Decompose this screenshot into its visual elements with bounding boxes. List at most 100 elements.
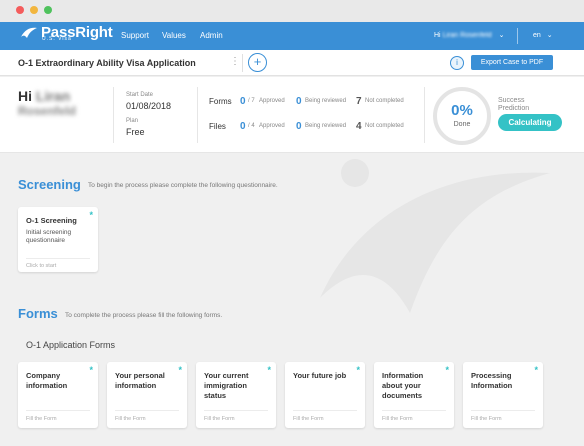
card-footer: Fill the Form bbox=[293, 416, 324, 422]
form-card[interactable]: * Processing Information Fill the Form bbox=[463, 362, 543, 428]
required-star: * bbox=[178, 365, 182, 375]
window-titlebar bbox=[0, 0, 584, 22]
card-divider bbox=[26, 258, 90, 259]
logo-subtitle: U.S. Visa bbox=[42, 36, 72, 42]
chevron-down-icon: ⌄ bbox=[546, 32, 553, 39]
form-card[interactable]: * Information about your documents Fill … bbox=[374, 362, 454, 428]
info-icon[interactable]: i bbox=[450, 56, 464, 70]
summary-divider bbox=[424, 87, 425, 143]
card-divider bbox=[26, 410, 90, 411]
nav-values[interactable]: Values bbox=[162, 31, 186, 40]
nav-admin[interactable]: Admin bbox=[200, 31, 223, 40]
summary-divider bbox=[113, 87, 114, 143]
card-title: Your personal information bbox=[115, 371, 165, 390]
top-navbar: PassRight U.S. Visa Support Values Admin… bbox=[0, 22, 584, 50]
language-value: en bbox=[533, 32, 541, 39]
files-total: / 4 bbox=[248, 123, 255, 129]
card-title: Your future job bbox=[293, 371, 347, 380]
required-star: * bbox=[445, 365, 449, 375]
card-title: Processing Information bbox=[471, 371, 513, 390]
forms-not-completed-label: Not completed bbox=[365, 98, 404, 104]
summary-divider bbox=[197, 87, 198, 143]
files-approved-count: 0 bbox=[240, 121, 246, 132]
files-approved-label: Approved bbox=[259, 123, 285, 129]
success-prediction-label: Success Prediction bbox=[498, 97, 530, 112]
card-footer: Fill the Form bbox=[115, 416, 146, 422]
forms-group-title: O-1 Application Forms bbox=[26, 340, 116, 350]
nav-support[interactable]: Support bbox=[121, 31, 149, 40]
calculating-button[interactable]: Calculating bbox=[498, 114, 562, 131]
screening-title: Screening bbox=[18, 177, 81, 192]
files-reviewing-count: 0 bbox=[296, 121, 302, 132]
forms-reviewing-count: 0 bbox=[296, 96, 302, 107]
form-card[interactable]: * Your personal information Fill the For… bbox=[107, 362, 187, 428]
case-summary: Hi Liran Rosenfeld Start Date 01/08/2018… bbox=[0, 77, 584, 153]
required-star: * bbox=[89, 210, 93, 220]
card-title: Information about your documents bbox=[382, 371, 424, 400]
progress-ring: 0% Done bbox=[433, 87, 491, 145]
forms-total: / 7 bbox=[248, 98, 255, 104]
screening-subtitle: To begin the process please complete the… bbox=[88, 182, 278, 189]
required-star: * bbox=[267, 365, 271, 375]
card-divider bbox=[204, 410, 268, 411]
form-card[interactable]: * Your future job Fill the Form bbox=[285, 362, 365, 428]
card-footer: Fill the Form bbox=[471, 416, 502, 422]
user-menu[interactable]: Hi Liran Rosenfeld ⌄ bbox=[434, 31, 504, 39]
required-star: * bbox=[534, 365, 538, 375]
card-divider bbox=[471, 410, 535, 411]
forms-subtitle: To complete the process please fill the … bbox=[65, 312, 223, 319]
plan-label: Plan bbox=[126, 118, 139, 124]
start-date-label: Start Date bbox=[126, 92, 154, 98]
required-star: * bbox=[89, 365, 93, 375]
card-divider bbox=[382, 410, 446, 411]
nav-divider bbox=[517, 28, 518, 44]
user-greeting: Hi bbox=[434, 32, 441, 39]
required-star: * bbox=[356, 365, 360, 375]
screening-card[interactable]: * O-1 Screening Initial screening questi… bbox=[18, 207, 98, 272]
watermark-logo-icon bbox=[320, 159, 550, 313]
files-not-completed-label: Not completed bbox=[365, 123, 404, 129]
forms-approved-label: Approved bbox=[259, 98, 285, 104]
card-divider bbox=[115, 410, 179, 411]
card-divider bbox=[293, 410, 357, 411]
plan-value: Free bbox=[126, 127, 145, 137]
files-stat-label: Files bbox=[209, 122, 226, 131]
card-title: O-1 Screening bbox=[26, 216, 77, 225]
first-name: Liran bbox=[35, 88, 71, 104]
card-footer: Click to start bbox=[26, 263, 57, 269]
card-footer: Fill the Form bbox=[204, 416, 235, 422]
language-selector[interactable]: en ⌄ bbox=[533, 31, 553, 39]
case-divider bbox=[242, 54, 243, 72]
files-not-completed-count: 4 bbox=[356, 121, 362, 132]
card-footer: Fill the Form bbox=[26, 416, 57, 422]
card-footer: Fill the Form bbox=[382, 416, 413, 422]
form-card[interactable]: * Your current immigration status Fill t… bbox=[196, 362, 276, 428]
greeting: Hi Liran bbox=[18, 88, 70, 104]
card-description: Initial screening questionnaire bbox=[26, 229, 72, 244]
progress-percent: 0% bbox=[451, 102, 473, 119]
add-case-button[interactable]: + bbox=[248, 53, 267, 72]
forms-title: Forms bbox=[18, 306, 58, 321]
maximize-window-button[interactable] bbox=[44, 6, 52, 14]
case-title: O-1 Extraordinary Ability Visa Applicati… bbox=[18, 58, 196, 68]
more-options-icon[interactable]: ⋮ bbox=[230, 56, 240, 67]
forms-not-completed-count: 7 bbox=[356, 96, 362, 107]
start-date-value: 01/08/2018 bbox=[126, 101, 172, 111]
card-title: Your current immigration status bbox=[204, 371, 249, 400]
logo-icon bbox=[21, 27, 37, 38]
greeting-text: Hi bbox=[18, 88, 32, 104]
progress-label: Done bbox=[453, 121, 471, 128]
forms-reviewing-label: Being reviewed bbox=[305, 98, 347, 104]
chevron-down-icon: ⌄ bbox=[498, 32, 505, 39]
form-card[interactable]: * Company information Fill the Form bbox=[18, 362, 98, 428]
user-name: Liran Rosenfeld bbox=[442, 32, 492, 39]
forms-approved-count: 0 bbox=[240, 96, 246, 107]
files-reviewing-label: Being reviewed bbox=[305, 123, 347, 129]
card-title: Company information bbox=[26, 371, 68, 390]
case-header: O-1 Extraordinary Ability Visa Applicati… bbox=[0, 50, 584, 76]
minimize-window-button[interactable] bbox=[30, 6, 38, 14]
close-window-button[interactable] bbox=[16, 6, 24, 14]
forms-stat-label: Forms bbox=[209, 97, 232, 106]
export-pdf-button[interactable]: Export Case to PDF bbox=[471, 55, 553, 70]
last-name: Rosenfeld bbox=[18, 104, 77, 118]
